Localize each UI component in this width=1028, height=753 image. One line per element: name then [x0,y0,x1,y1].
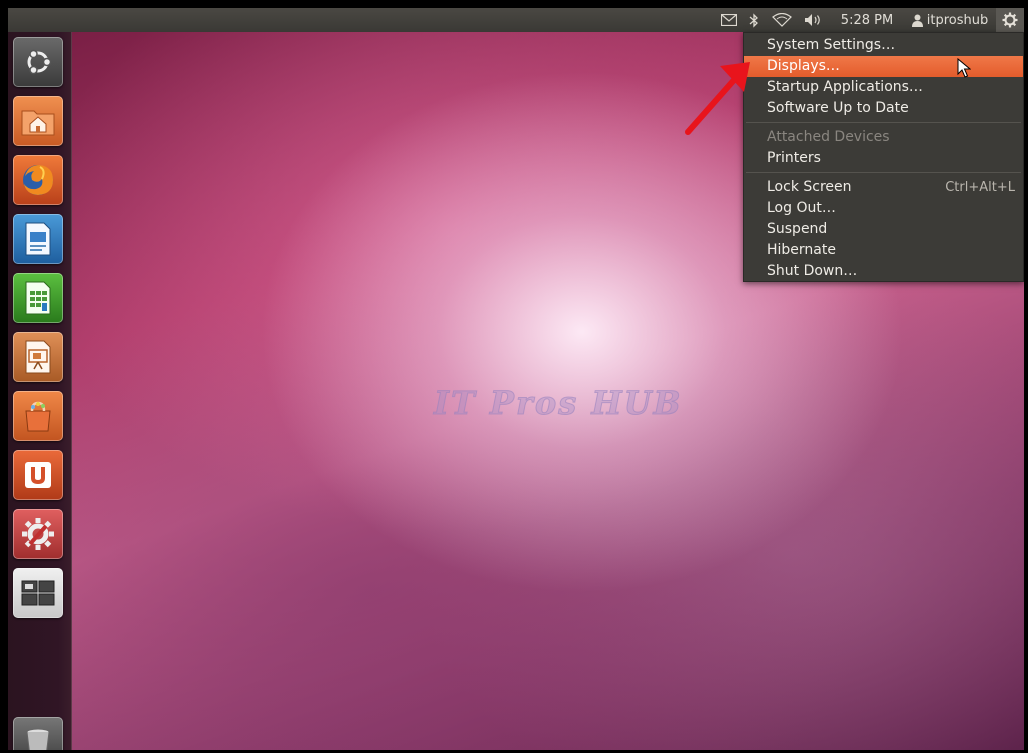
volume-icon[interactable] [802,8,826,32]
ubuntu-one-icon[interactable] [13,450,63,500]
wifi-icon[interactable] [770,8,794,32]
menu-separator [746,172,1021,173]
lock-screen-shortcut: Ctrl+Alt+L [945,180,1015,195]
gear-icon[interactable] [998,8,1022,32]
menu-item-startup-applications[interactable]: Startup Applications… [744,77,1023,98]
ubuntu-logo-icon[interactable] [13,37,63,87]
launcher [8,32,72,750]
calc-icon[interactable] [13,273,63,323]
menu-item-shut-down[interactable]: Shut Down… [744,261,1023,282]
writer-icon[interactable] [13,214,63,264]
menu-item-log-out[interactable]: Log Out… [744,198,1023,219]
menu-item-displays[interactable]: Displays… [744,56,1023,77]
firefox-icon[interactable] [13,155,63,205]
watermark-text: IT Pros HUB [434,384,683,423]
top-panel: 5:28 PM itproshub [8,8,1024,32]
home-folder-icon[interactable] [13,96,63,146]
menu-item-suspend[interactable]: Suspend [744,219,1023,240]
desktop-screen: IT Pros HUB 5:28 PM itproshub System Set… [8,8,1024,750]
user-name: itproshub [926,12,989,28]
user-icon [911,14,923,27]
menu-item-hibernate[interactable]: Hibernate [744,240,1023,261]
annotation-arrow-icon [685,62,750,135]
mouse-pointer-icon [957,58,971,78]
user-menu[interactable]: itproshub [902,8,998,32]
menu-separator [746,122,1021,123]
menu-item-software-up-to-date[interactable]: Software Up to Date [744,98,1023,119]
clock[interactable]: 5:28 PM [834,8,900,32]
session-menu: System Settings… Displays… Startup Appli… [743,32,1024,282]
workspace-switcher-icon[interactable] [13,568,63,618]
bluetooth-icon[interactable] [746,8,762,32]
impress-icon[interactable] [13,332,63,382]
menu-item-attached-devices: Attached Devices [767,129,890,145]
mail-icon[interactable] [718,8,740,32]
software-center-icon[interactable] [13,391,63,441]
menu-item-system-settings[interactable]: System Settings… [744,35,1023,56]
system-settings-icon[interactable] [13,509,63,559]
trash-icon[interactable] [13,717,63,750]
menu-item-printers[interactable]: Printers [744,148,1023,169]
menu-item-lock-screen[interactable]: Lock Screen Ctrl+Alt+L [744,177,1023,198]
